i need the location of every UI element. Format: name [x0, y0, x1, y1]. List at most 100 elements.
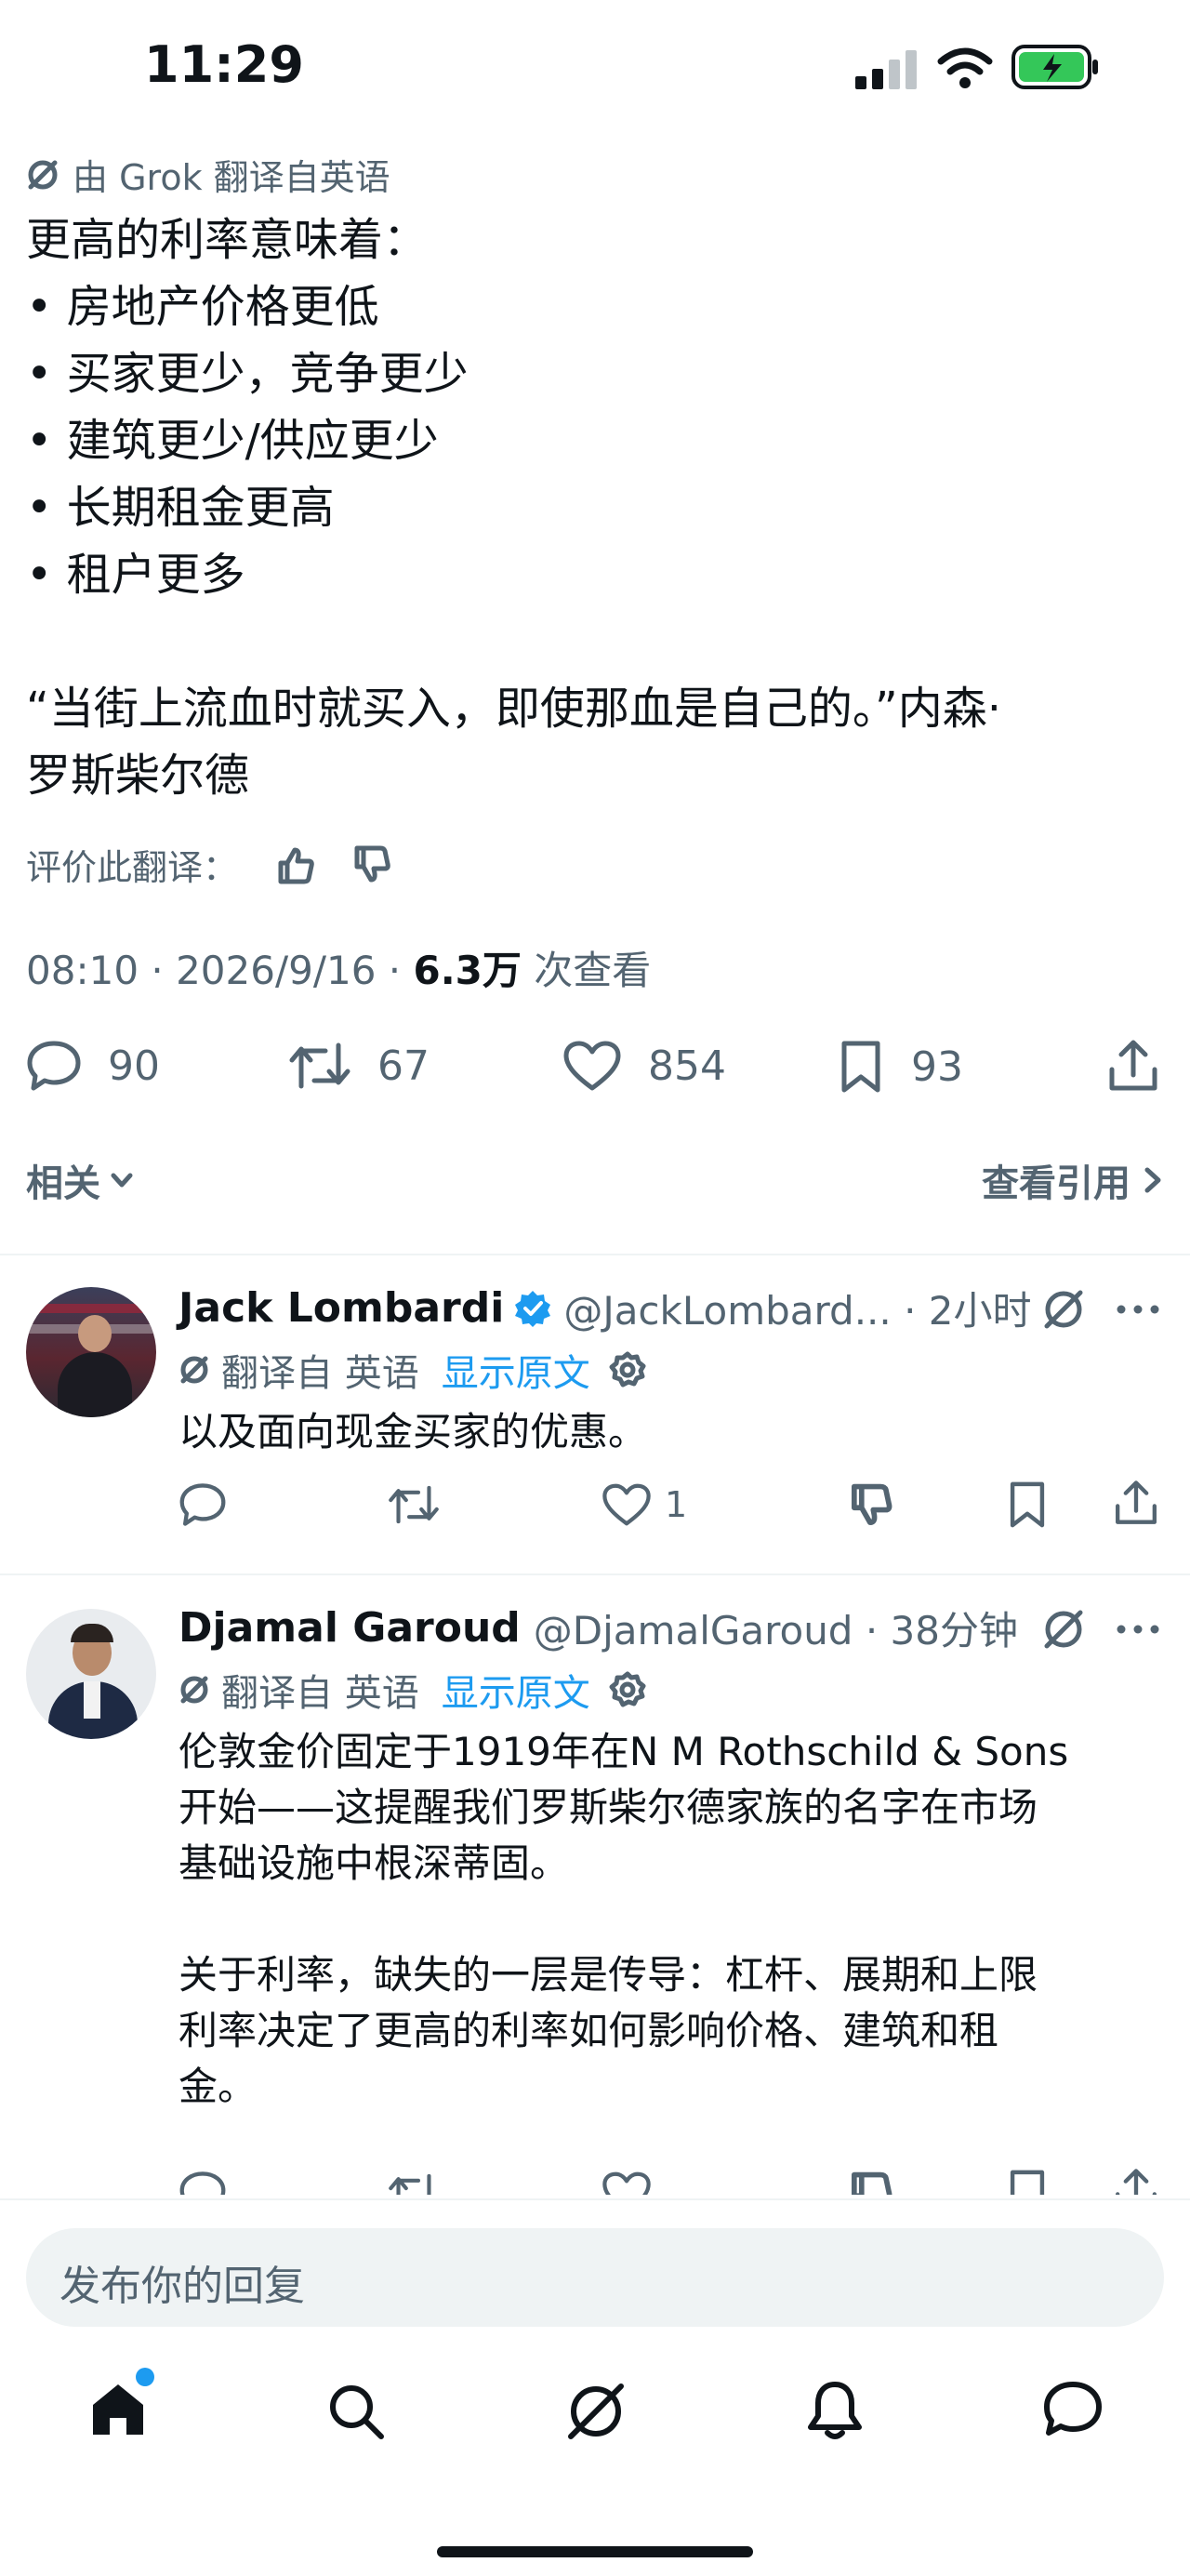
home-icon [87, 2379, 149, 2440]
reply-composer-placeholder: 发布你的回复 [60, 2263, 305, 2310]
settings-gear-icon[interactable] [609, 1351, 646, 1388]
repost-icon[interactable] [388, 1482, 440, 1527]
tab-home[interactable] [87, 2368, 154, 2440]
show-original-link[interactable]: 显示原文 [442, 1663, 590, 1717]
tab-grok[interactable] [563, 2379, 628, 2444]
reply-composer[interactable]: 发布你的回复 [26, 2228, 1164, 2327]
tab-messages[interactable] [1041, 2379, 1104, 2440]
battery-charging-icon [1012, 45, 1101, 89]
like-count: 1 [665, 1484, 688, 1525]
avatar[interactable] [26, 1287, 156, 1417]
rate-translation-label: 评价此翻译： [26, 847, 239, 888]
rate-translation: 评价此翻译： [26, 839, 392, 890]
bookmark-icon[interactable] [1006, 2169, 1049, 2195]
related-row: 相关 查看引用 [0, 1153, 1190, 1209]
related-dropdown[interactable]: 相关 [26, 1153, 136, 1207]
reply-text: 伦敦金价固定于1919年在N M Rothschild & Sons 开始——这… [178, 1724, 1068, 2115]
repost-button[interactable]: 67 [288, 1040, 430, 1092]
tab-notifications[interactable] [805, 2379, 865, 2442]
notification-dot [136, 2368, 154, 2386]
post-line: 罗斯柴尔德 [26, 750, 250, 802]
grok-icon[interactable] [1041, 1287, 1086, 1332]
more-icon[interactable] [1116, 1624, 1160, 1635]
status-time: 11:29 [144, 35, 304, 94]
view-label: 次查看 [521, 948, 652, 993]
post-action-bar: 90 67 854 93 [0, 1032, 1190, 1097]
home-indicator [437, 2546, 753, 2557]
grok-icon [178, 1354, 210, 1386]
bottom-panel: 发布你的回复 [0, 2198, 1190, 2576]
bookmark-button[interactable]: 93 [837, 1040, 963, 1094]
repost-icon[interactable] [388, 2171, 440, 2195]
reply-text-line [178, 1892, 1068, 1947]
share-icon [1106, 1038, 1160, 1094]
grok-icon[interactable] [1041, 1607, 1086, 1652]
reply-header: Jack Lombardi @JackLombard... · 2小时 [178, 1280, 1032, 1336]
tab-search[interactable] [325, 2381, 387, 2442]
like-count: 854 [648, 1042, 726, 1090]
reply-actions: 1 [178, 1479, 1164, 1534]
grok-icon [26, 158, 60, 192]
heart-icon [602, 1482, 652, 1527]
post-line: “当街上流血时就买入，即使那血是自己的。”内森· [26, 683, 1001, 735]
show-original-link[interactable]: 显示原文 [442, 1343, 590, 1397]
author-name[interactable]: Djamal Garoud [178, 1604, 521, 1652]
message-icon [1041, 2379, 1104, 2440]
chevron-right-icon [1142, 1164, 1164, 1196]
dislike-icon[interactable] [848, 2171, 894, 2195]
bell-icon [805, 2379, 865, 2442]
reply-text-line: 关于利率，缺失的一层是传导：杠杆、展期和上限 [178, 1952, 1038, 1998]
grok-icon [178, 1674, 210, 1706]
post-line: • 房地产价格更低 [26, 281, 379, 333]
like-button[interactable]: 1 [602, 1482, 687, 1527]
related-label: 相关 [26, 1162, 100, 1205]
repost-icon [288, 1040, 351, 1092]
post-timestamp: 08:10 · 2026/9/16 · [26, 948, 414, 993]
author-handle-time: @JackLombard... · 2小时 [563, 1288, 1032, 1334]
reply-text-line: 利率决定了更高的利率如何影响价格、建筑和租 [178, 2008, 999, 2053]
share-button[interactable] [1106, 1038, 1160, 1094]
author-name[interactable]: Jack Lombardi [178, 1284, 504, 1332]
dislike-icon[interactable] [848, 1482, 894, 1529]
post-line: • 建筑更少/供应更少 [26, 415, 439, 467]
reply-icon[interactable] [178, 1482, 227, 1527]
reply-actions [178, 2167, 1164, 2195]
post-line: • 买家更少，竞争更少 [26, 348, 469, 400]
settings-gear-icon[interactable] [609, 1671, 646, 1708]
reply-icon [26, 1040, 82, 1092]
thumbs-up-icon[interactable] [275, 844, 316, 885]
view-quotes-link[interactable]: 查看引用 [982, 1153, 1164, 1207]
bookmark-count: 93 [911, 1042, 963, 1091]
reply-count: 90 [108, 1042, 160, 1090]
view-quotes-label: 查看引用 [982, 1162, 1130, 1205]
repost-count: 67 [377, 1042, 430, 1090]
wifi-icon [937, 46, 993, 89]
heart-icon [562, 1040, 622, 1092]
like-button[interactable]: 854 [562, 1040, 726, 1092]
status-bar: 11:29 [0, 0, 1190, 139]
thumbs-down-icon[interactable] [351, 844, 392, 885]
reply-item[interactable]: Jack Lombardi @JackLombard... · 2小时 翻译自 … [0, 1255, 1190, 1572]
share-icon[interactable] [1113, 2167, 1159, 2195]
reply-translation-row: 翻译自 英语 显示原文 [178, 1343, 646, 1397]
signal-icon [855, 48, 920, 91]
post-body: 更高的利率意味着： • 房地产价格更低 • 买家更少，竞争更少 • 建筑更少/供… [26, 206, 1001, 809]
reply-item[interactable]: Djamal Garoud @DjamalGaroud · 38分钟 翻译自 英… [0, 1575, 1190, 2198]
reply-icon[interactable] [178, 2171, 227, 2195]
avatar[interactable] [26, 1609, 156, 1739]
reply-text-line: 开始——这提醒我们罗斯柴尔德家族的名字在市场 [178, 1785, 1038, 1830]
more-icon[interactable] [1116, 1304, 1160, 1315]
share-icon[interactable] [1113, 1479, 1159, 1527]
author-handle-time: @DjamalGaroud · 38分钟 [533, 1608, 1018, 1653]
reply-button[interactable]: 90 [26, 1040, 160, 1092]
reply-translation-row: 翻译自 英语 显示原文 [178, 1663, 646, 1717]
translation-note: 由 Grok 翻译自英语 [26, 149, 390, 200]
reply-text-line: 金。 [178, 2064, 258, 2109]
bookmark-icon[interactable] [1006, 1481, 1049, 1529]
translated-from: 翻译自 英语 [221, 1352, 419, 1395]
reply-text-line: 伦敦金价固定于1919年在N M Rothschild & Sons [178, 1729, 1069, 1774]
chevron-down-icon [108, 1166, 136, 1194]
grok-icon [563, 2379, 628, 2444]
post-line: • 长期租金更高 [26, 482, 335, 534]
heart-icon[interactable] [602, 2171, 652, 2195]
